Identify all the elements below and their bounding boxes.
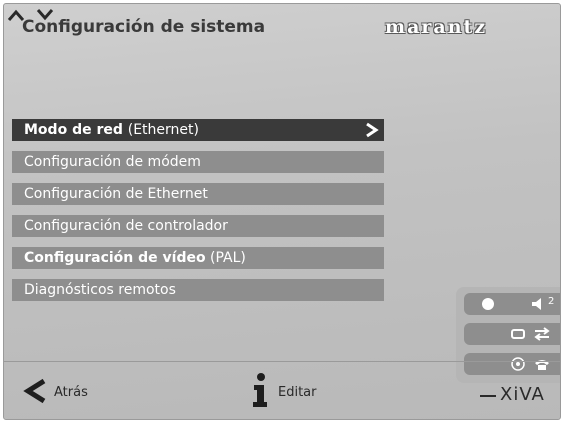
chevron-right-icon <box>366 122 379 138</box>
menu-item-extra: (Ethernet) <box>127 122 199 138</box>
menu-item-extra: (PAL) <box>210 250 246 266</box>
back-button[interactable]: Atrás <box>22 376 112 406</box>
menu-item-label: Diagnósticos remotos <box>24 282 176 298</box>
disc-icon <box>511 357 525 371</box>
menu-item-label: Configuración de módem <box>24 154 201 170</box>
record-dot-icon <box>482 298 494 310</box>
xiva-logo: XiVA <box>500 384 545 405</box>
page-title: Configuración de sistema <box>22 17 266 37</box>
menu-item-controller-config[interactable]: Configuración de controlador <box>12 215 384 237</box>
menu-item-ethernet-config[interactable]: Configuración de Ethernet <box>12 183 384 205</box>
menu-item-video-config[interactable]: Configuración de vídeo (PAL) <box>12 247 384 269</box>
back-label: Atrás <box>54 385 88 400</box>
brand-logo: marantz <box>385 16 488 38</box>
menu-item-modem-config[interactable]: Configuración de módem <box>12 151 384 173</box>
repeat-icon <box>511 329 525 339</box>
status-row-playback: 2 <box>464 293 560 315</box>
phone-icon <box>535 360 549 370</box>
footer-divider <box>4 361 560 362</box>
info-icon <box>253 373 267 407</box>
menu-item-label: Configuración de controlador <box>24 218 228 234</box>
volume-icon <box>532 298 541 310</box>
volume-level: 2 <box>548 296 555 307</box>
status-row-mode <box>464 323 560 345</box>
system-config-screen: Configuración de sistema marantz Modo de… <box>3 3 561 420</box>
xiva-logo-dash <box>480 395 496 397</box>
edit-label: Editar <box>278 385 317 400</box>
menu-item-label: Modo de red <box>24 122 123 138</box>
menu-item-label: Configuración de vídeo <box>24 250 206 266</box>
menu-item-label: Configuración de Ethernet <box>24 186 208 202</box>
shuffle-icon <box>534 327 550 341</box>
back-arrow-icon <box>23 378 46 404</box>
edit-button[interactable]: Editar <box>248 372 338 408</box>
menu-item-remote-diagnostics[interactable]: Diagnósticos remotos <box>12 279 384 301</box>
status-row-source <box>464 353 560 375</box>
menu-item-network-mode[interactable]: Modo de red (Ethernet) <box>12 119 384 141</box>
